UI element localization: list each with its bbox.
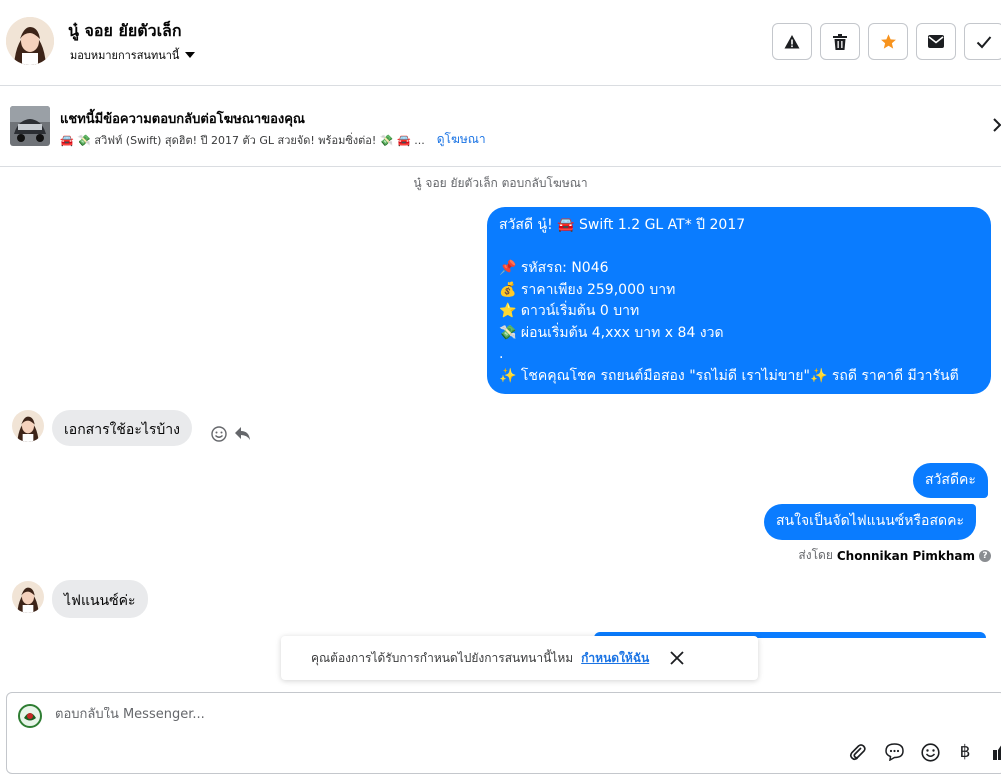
assign-conversation-dropdown[interactable]: มอบหมายการสนทนานี้ <box>70 46 196 64</box>
message-line: 💰 ราคาเพียง 259,000 บาท <box>499 281 676 298</box>
contact-avatar-small[interactable] <box>12 410 44 442</box>
ad-banner-preview-row: 🚘 💸 สวิฟท์ (Swift) สุดฮิต! ปี 2017 ตัว G… <box>60 130 486 149</box>
assign-prompt-text: คุณต้องการได้รับการกำหนดไปยังการสนทนานี้… <box>311 650 574 665</box>
ad-reply-system-note: นู๋ จอย ยัยตัวเล็ก ตอบกลับโฆษณา <box>413 176 588 190</box>
star-button[interactable] <box>868 23 908 60</box>
chevron-right-icon[interactable] <box>991 117 1001 133</box>
reply-composer: ฿ <box>6 692 1001 774</box>
mark-done-button[interactable] <box>964 23 1001 60</box>
saved-replies-icon[interactable] <box>883 741 905 763</box>
ad-preview-text: 🚘 💸 สวิฟท์ (Swift) สุดฮิต! ปี 2017 ตัว G… <box>60 133 425 147</box>
emoji-icon[interactable] <box>919 741 941 763</box>
close-icon[interactable] <box>669 650 685 666</box>
contact-avatar-small[interactable] <box>12 581 44 613</box>
help-icon[interactable]: ? <box>979 549 991 562</box>
view-ad-link[interactable]: ดูโฆษณา <box>437 130 486 149</box>
warning-icon <box>784 34 800 48</box>
message-line: ⭐ ดาวน์เริ่มต้น 0 บาท <box>499 303 640 319</box>
ad-banner-title: แชทนี้มีข้อความตอบกลับต่อโฆษณาของคุณ <box>60 112 305 127</box>
assign-prompt-toast: คุณต้องการได้รับการกำหนดไปยังการสนทนานี้… <box>281 636 758 680</box>
trash-icon <box>833 33 847 50</box>
mark-unread-button[interactable] <box>916 23 956 60</box>
assign-to-me-link[interactable]: กำหนดให้ฉัน <box>581 649 649 668</box>
reply-input[interactable] <box>55 707 655 722</box>
outgoing-message[interactable]: สนใจเป็นจัดไฟแนนซ์หรือสดคะ <box>764 504 976 540</box>
message-line: สวัสดี นู๋! 🚘 Swift 1.2 GL AT* ปี 2017 <box>499 217 746 233</box>
contact-name: นู๋ จอย ยัยตัวเล็ก <box>68 21 182 40</box>
like-icon[interactable] <box>989 741 1001 763</box>
checkmark-icon <box>976 35 992 48</box>
sent-by-info: ส่งโดย Chonnikan Pimkham ? <box>798 546 991 565</box>
message-line: ✨ โชคคุณโชค รถยนต์มือสอง "รถไม่ดี เราไม่… <box>499 367 959 384</box>
assign-label: มอบหมายการสนทนานี้ <box>70 49 180 62</box>
caret-down-icon <box>185 52 196 58</box>
page-avatar <box>17 703 43 729</box>
incoming-message[interactable]: ไฟแนนซ์ค่ะ <box>52 580 148 618</box>
contact-avatar[interactable] <box>6 17 54 65</box>
message-line: 📌 รหัสรถ: N046 <box>499 260 609 276</box>
message-line: . <box>499 346 504 362</box>
payment-baht-icon[interactable]: ฿ <box>954 741 976 763</box>
sent-by-name: Chonnikan Pimkham <box>836 548 975 563</box>
outgoing-message[interactable]: สวัสดีคะ <box>913 463 988 498</box>
envelope-icon <box>928 35 944 48</box>
reply-icon[interactable] <box>234 426 251 441</box>
ad-thumbnail <box>10 106 50 146</box>
report-spam-button[interactable] <box>772 23 812 60</box>
sent-by-label: ส่งโดย <box>798 548 833 562</box>
message-line: 💸 ผ่อนเริ่มต้น 4,xxx บาท x 84 งวด <box>499 324 724 341</box>
attach-icon[interactable] <box>847 741 869 763</box>
outgoing-message-car-offer[interactable]: สวัสดี นู๋! 🚘 Swift 1.2 GL AT* ปี 2017 📌… <box>487 207 991 394</box>
ad-reply-banner[interactable]: แชทนี้มีข้อความตอบกลับต่อโฆษณาของคุณ 🚘 💸… <box>0 87 1001 167</box>
thread-header: นู๋ จอย ยัยตัวเล็ก มอบหมายการสนทนานี้ <box>0 0 1001 86</box>
react-emoji-icon[interactable] <box>211 426 227 442</box>
message-line <box>499 237 979 259</box>
delete-button[interactable] <box>820 23 860 60</box>
star-icon <box>880 34 896 49</box>
incoming-message[interactable]: เอกสารใช้อะไรบ้าง <box>52 410 193 446</box>
messenger-inbox-thread: นู๋ จอย ยัยตัวเล็ก มอบหมายการสนทนานี้ แช… <box>0 0 1001 780</box>
